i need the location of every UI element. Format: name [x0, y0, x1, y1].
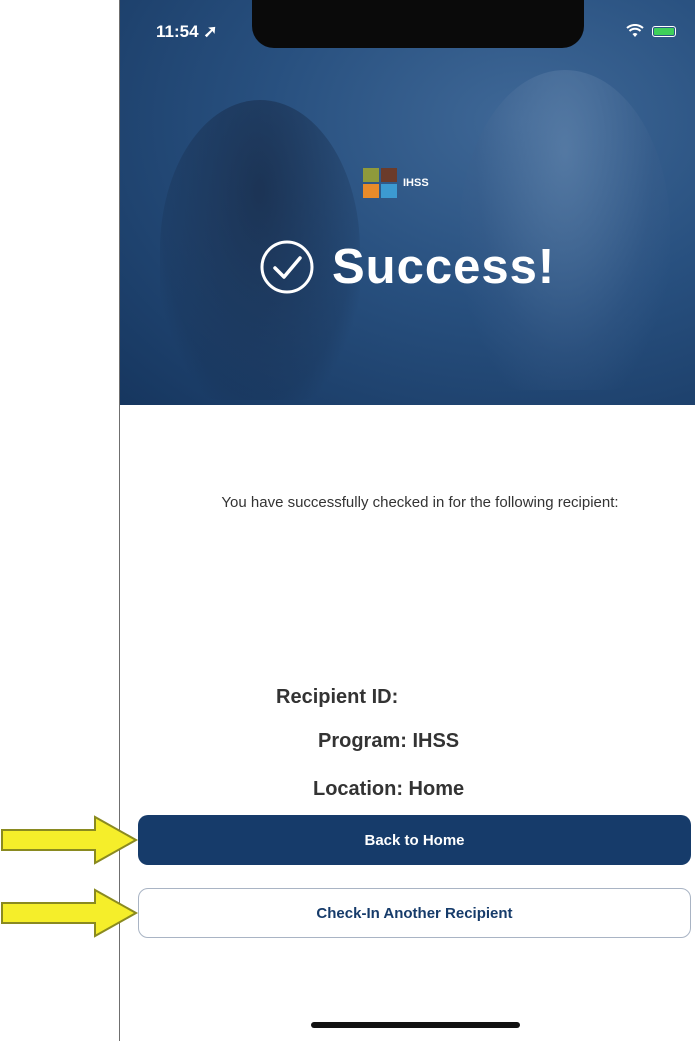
success-title: Success!	[332, 240, 556, 294]
phone-screen: 11:54 ➚ IHSS Success! You have successfu…	[119, 0, 695, 1041]
success-banner: Success!	[258, 238, 555, 296]
check-in-another-button[interactable]: Check-In Another Recipient	[138, 888, 691, 938]
recipient-id-label: Recipient ID:	[276, 686, 399, 708]
back-to-home-button[interactable]: Back to Home	[138, 815, 691, 865]
status-time: 11:54 ➚	[156, 22, 218, 41]
location-label: Location: Home	[313, 778, 465, 800]
check-circle-icon	[260, 240, 314, 294]
status-icons	[626, 24, 676, 38]
phone-notch	[252, 0, 584, 48]
success-header: 11:54 ➚ IHSS Success!	[120, 0, 695, 405]
arrow-right-icon	[1, 815, 139, 865]
home-indicator[interactable]	[311, 1022, 520, 1028]
confirmation-message: You have successfully checked in for the…	[221, 494, 619, 511]
check-in-another-label: Check-In Another Recipient	[316, 904, 513, 922]
ihss-logo: IHSS	[363, 168, 429, 198]
logo-text: IHSS	[403, 177, 429, 189]
wifi-icon	[626, 24, 644, 37]
arrow-right-icon	[1, 888, 139, 938]
background-photo-figure	[460, 70, 670, 390]
back-to-home-label: Back to Home	[364, 831, 465, 849]
logo-mark	[363, 168, 397, 198]
program-label: Program: IHSS	[318, 730, 460, 752]
battery-icon	[652, 25, 676, 37]
